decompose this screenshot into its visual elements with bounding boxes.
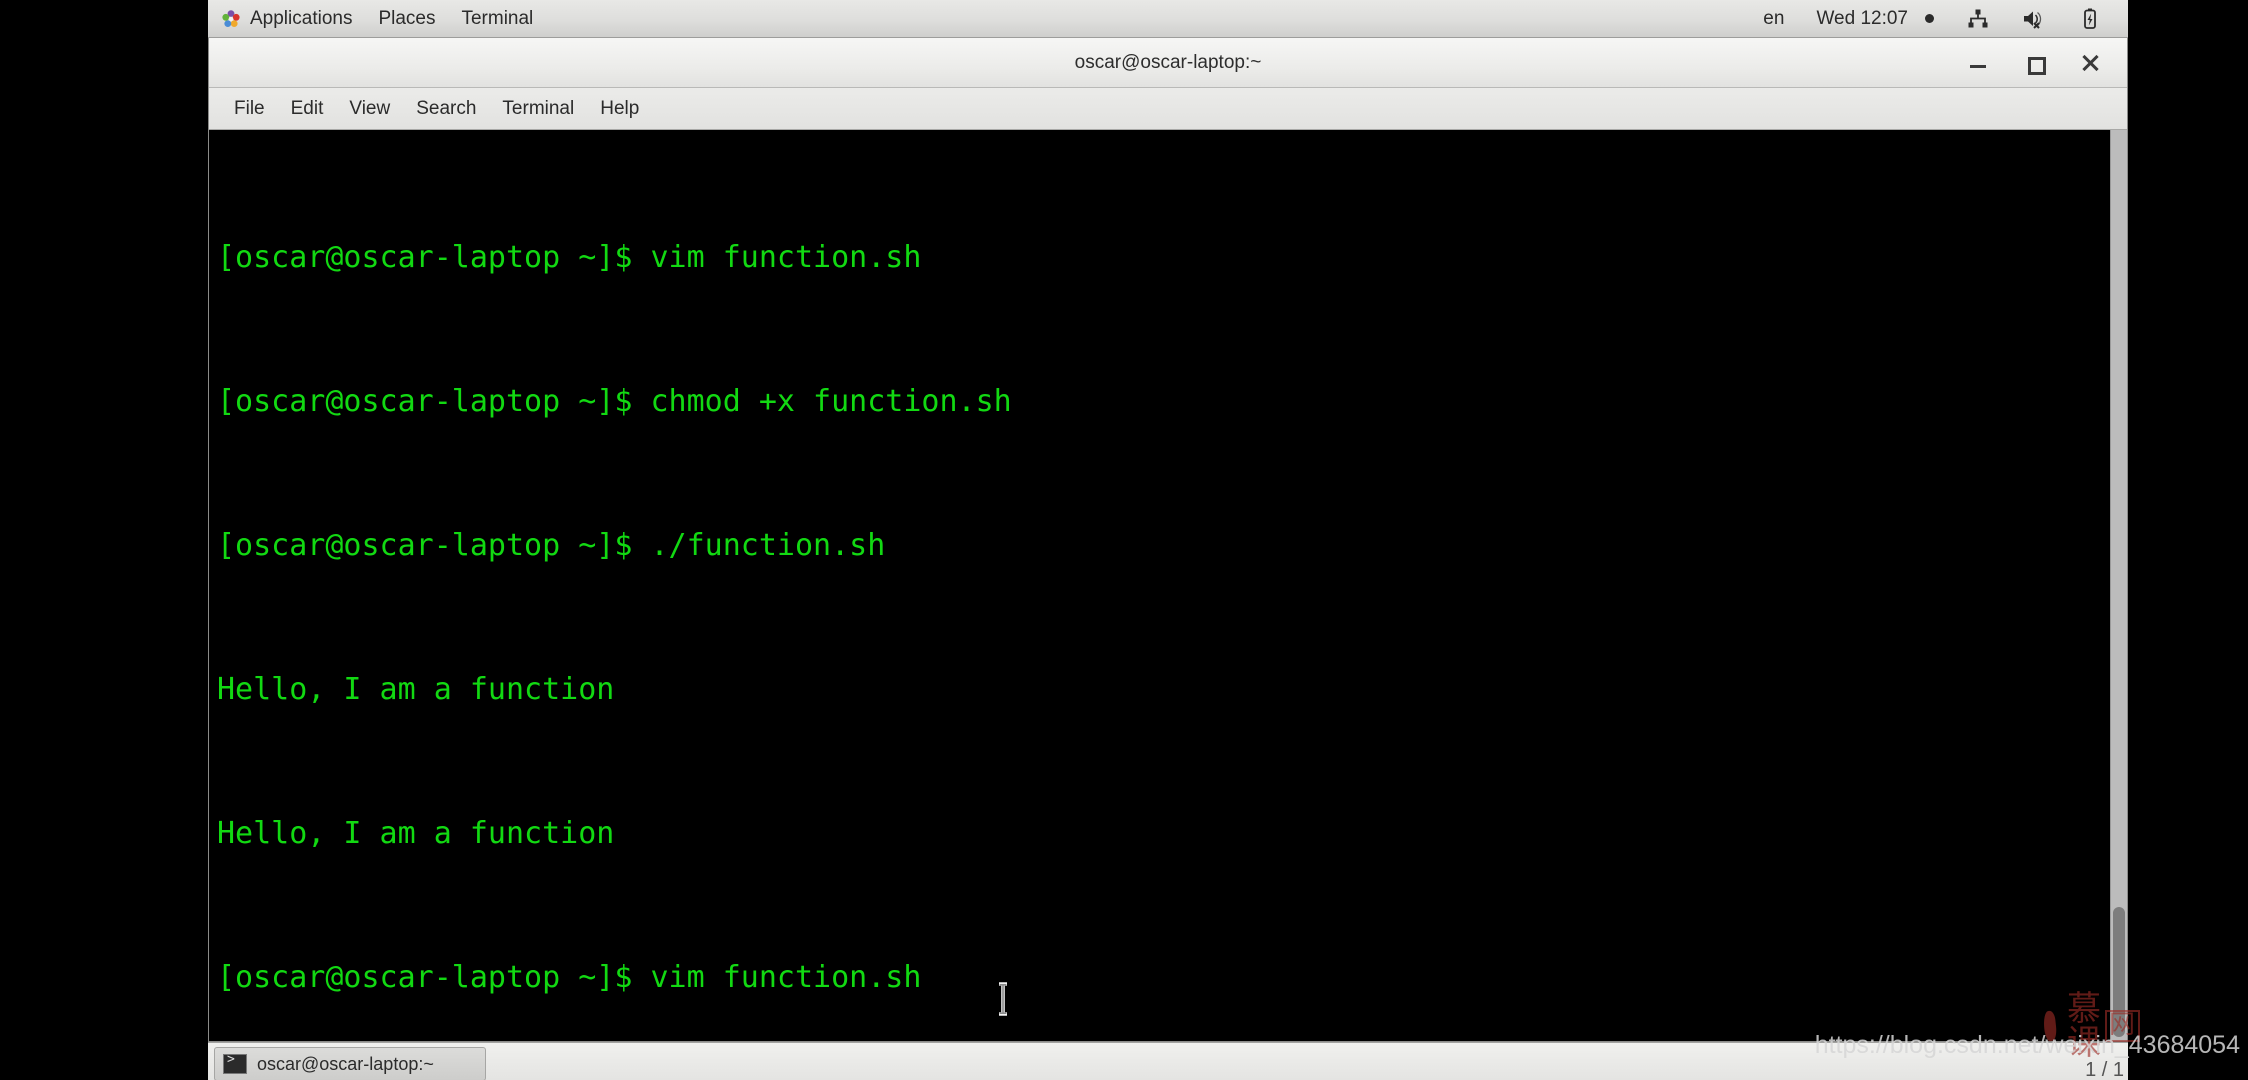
terminal-output[interactable]: [oscar@oscar-laptop ~]$ vim function.sh … bbox=[209, 130, 2110, 1041]
terminal-menu-label: Terminal bbox=[461, 7, 534, 29]
gnome-top-panel: Applications Places Terminal en Wed 12:0… bbox=[208, 0, 2128, 38]
terminal-line: [oscar@oscar-laptop ~]$ ./function.sh bbox=[217, 528, 886, 563]
terminal-line: [oscar@oscar-laptop ~]$ chmod +x functio… bbox=[217, 384, 1012, 419]
menu-file[interactable]: File bbox=[221, 93, 278, 125]
menu-edit-label: Edit bbox=[290, 97, 324, 119]
menu-search-label: Search bbox=[416, 97, 477, 119]
menu-edit[interactable]: Edit bbox=[278, 93, 337, 125]
terminal-line: [oscar@oscar-laptop ~]$ vim function.sh bbox=[217, 240, 922, 275]
keyboard-layout-indicator[interactable]: en bbox=[1747, 0, 1800, 37]
menu-file-label: File bbox=[234, 97, 265, 119]
screen-root: Applications Places Terminal en Wed 12:0… bbox=[0, 0, 2248, 1080]
terminal-icon bbox=[223, 1052, 247, 1074]
gnome-bottom-panel: oscar@oscar-laptop:~ bbox=[208, 1042, 2128, 1080]
window-title: oscar@oscar-laptop:~ bbox=[1074, 51, 1262, 73]
volume-indicator[interactable] bbox=[2006, 0, 2062, 37]
menu-help-label: Help bbox=[600, 97, 640, 119]
battery-indicator[interactable] bbox=[2062, 0, 2118, 37]
terminal-menu[interactable]: Terminal bbox=[448, 0, 546, 37]
close-button[interactable] bbox=[2079, 52, 2101, 74]
terminal-line: [oscar@oscar-laptop ~]$ vim function.sh bbox=[217, 960, 922, 995]
terminal-scrollbar[interactable] bbox=[2110, 130, 2127, 1041]
terminal-line: Hello, I am a function bbox=[217, 816, 615, 851]
taskbar-item-label: oscar@oscar-laptop:~ bbox=[257, 1053, 434, 1074]
taskbar-item-terminal[interactable]: oscar@oscar-laptop:~ bbox=[214, 1047, 486, 1080]
places-menu-label: Places bbox=[378, 7, 436, 29]
menu-view[interactable]: View bbox=[336, 93, 403, 125]
clock-alarm-dot-icon bbox=[1925, 14, 1934, 23]
menu-help[interactable]: Help bbox=[587, 93, 652, 125]
menu-search[interactable]: Search bbox=[403, 93, 489, 125]
desktop: Applications Places Terminal en Wed 12:0… bbox=[208, 0, 2128, 1080]
volume-muted-icon bbox=[2022, 7, 2046, 31]
minimize-button[interactable] bbox=[1967, 52, 1989, 74]
network-indicator[interactable] bbox=[1950, 0, 2006, 37]
keyboard-layout-label: en bbox=[1763, 7, 1785, 29]
maximize-button[interactable] bbox=[2023, 52, 2046, 75]
terminal-line: Hello, I am a function bbox=[217, 672, 615, 707]
flower-pinwheel-icon bbox=[221, 9, 241, 29]
menu-view-label: View bbox=[349, 97, 391, 119]
top-panel-left-group: Applications Places Terminal bbox=[208, 0, 546, 37]
terminal-window: oscar@oscar-laptop:~ File Edit View Sear… bbox=[208, 38, 2128, 1042]
menu-terminal[interactable]: Terminal bbox=[489, 93, 587, 125]
battery-charging-icon bbox=[2078, 7, 2102, 31]
window-controls bbox=[1967, 52, 2127, 75]
top-panel-right-group: en Wed 12:07 bbox=[1747, 0, 2128, 37]
applications-menu-label: Applications bbox=[250, 7, 353, 29]
terminal-body[interactable]: [oscar@oscar-laptop ~]$ vim function.sh … bbox=[209, 130, 2127, 1041]
terminal-scrollbar-thumb[interactable] bbox=[2113, 907, 2125, 1037]
network-wired-icon bbox=[1966, 7, 1990, 31]
applications-menu[interactable]: Applications bbox=[208, 0, 365, 37]
clock[interactable]: Wed 12:07 bbox=[1800, 0, 1950, 37]
terminal-menubar: File Edit View Search Terminal Help bbox=[209, 88, 2127, 130]
menu-terminal-label: Terminal bbox=[502, 97, 575, 119]
clock-label: Wed 12:07 bbox=[1816, 7, 1908, 29]
places-menu[interactable]: Places bbox=[365, 0, 448, 37]
terminal-titlebar[interactable]: oscar@oscar-laptop:~ bbox=[209, 38, 2127, 88]
